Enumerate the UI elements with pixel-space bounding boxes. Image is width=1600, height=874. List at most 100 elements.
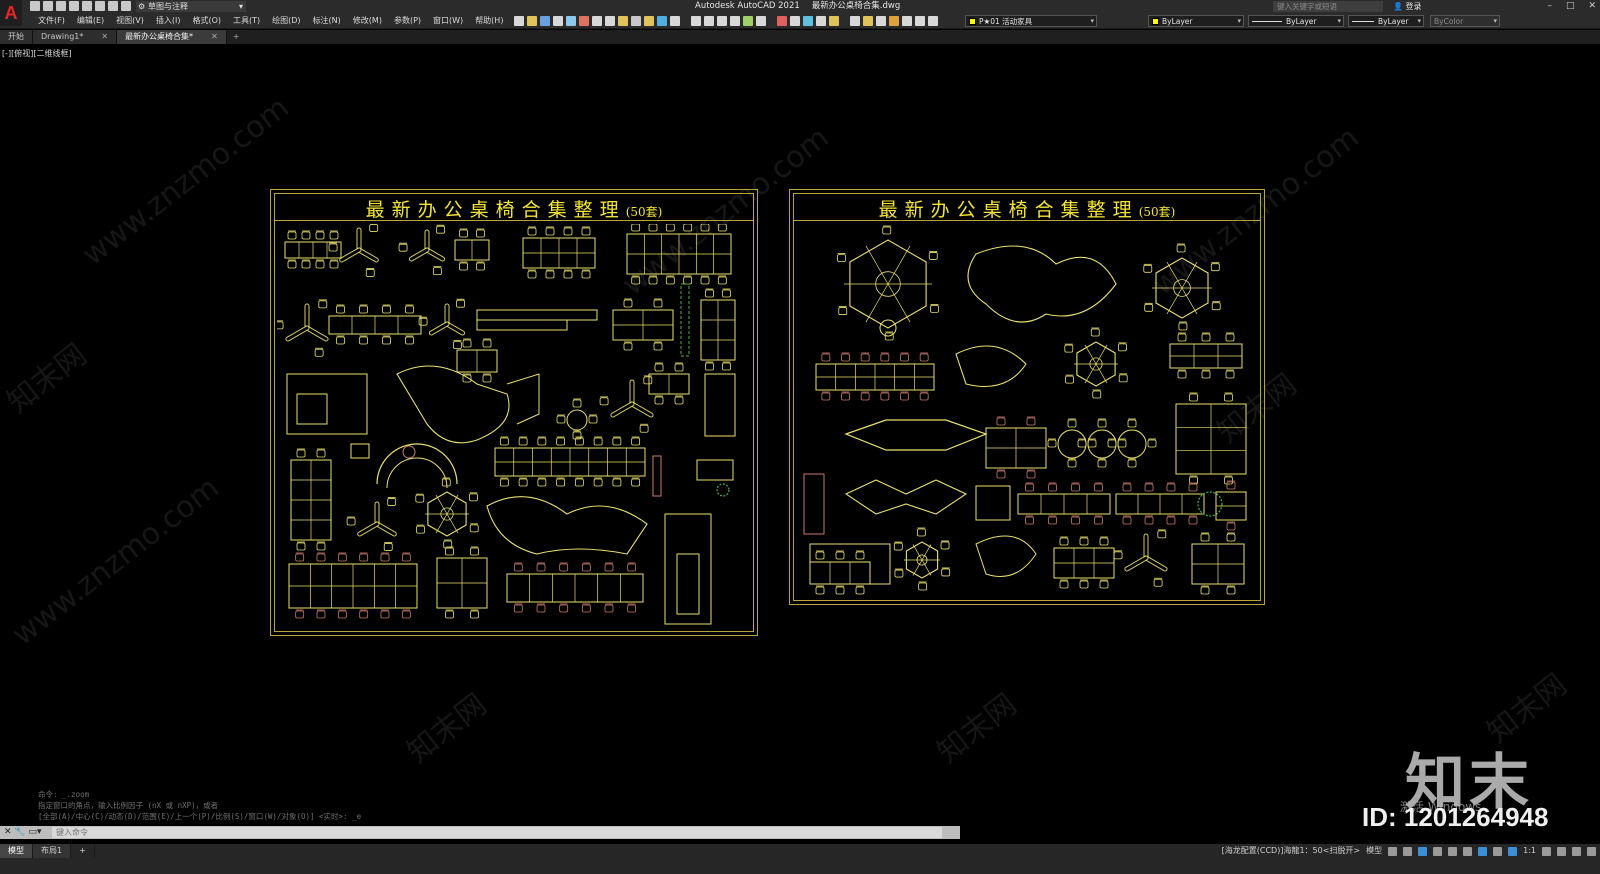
fullscreen-icon[interactable] [1572, 846, 1581, 856]
layer-previous-icon[interactable] [902, 16, 912, 26]
wrench-icon[interactable]: 🔧 [14, 827, 25, 837]
paste-icon[interactable] [618, 16, 628, 26]
layer-dropdown[interactable]: P★01 活动家具 [965, 15, 1097, 27]
plot-icon[interactable] [553, 16, 563, 26]
save-icon[interactable] [540, 16, 550, 26]
orbit-icon[interactable] [743, 16, 753, 26]
menu-item-1[interactable]: 编辑(E) [71, 13, 110, 29]
close-icon[interactable]: ✕ [211, 32, 218, 41]
view-manager-icon[interactable] [756, 16, 766, 26]
close-icon[interactable]: ✕ [101, 32, 108, 41]
menu-item-8[interactable]: 修改(M) [347, 13, 388, 29]
layer-state-icon[interactable] [876, 16, 886, 26]
viewport-controls[interactable]: [-][俯视][二维线框] [2, 48, 72, 59]
pan-icon[interactable] [704, 16, 714, 26]
copy-icon[interactable] [605, 16, 615, 26]
drawing-sheet-left[interactable]: 最新办公桌椅合集整理(50套) [270, 189, 758, 636]
zoom-window-icon[interactable] [730, 16, 740, 26]
redo-icon[interactable] [691, 16, 701, 26]
plot-icon[interactable] [108, 1, 118, 11]
menu-item-4[interactable]: 格式(O) [186, 13, 227, 29]
cut-icon[interactable] [592, 16, 602, 26]
block-icon[interactable] [644, 16, 654, 26]
menu-item-9[interactable]: 参数(P) [388, 13, 427, 29]
zoom-icon[interactable] [717, 16, 727, 26]
publish-icon[interactable] [579, 16, 589, 26]
redo-prev-icon[interactable] [657, 16, 667, 26]
tab-model[interactable]: 模型 [0, 844, 33, 858]
tab-start[interactable]: 开始 [0, 30, 33, 44]
osnap-icon[interactable] [1448, 846, 1458, 856]
tab-furniture-collection[interactable]: 最新办公桌椅合集* ✕ [117, 30, 227, 44]
add-layout-button[interactable]: + [71, 844, 95, 858]
gear-icon[interactable] [1542, 846, 1551, 856]
maximize-button[interactable]: □ [1566, 0, 1575, 13]
design-center-icon[interactable] [790, 16, 800, 26]
scale-readout[interactable]: 1:1 [1523, 844, 1536, 858]
chair-seat [1090, 328, 1100, 337]
command-history-line: [全部(A)/中心(C)/动态(D)/范围(E)/上一个(P)/比例(S)/窗口… [38, 812, 362, 821]
close-button[interactable]: ✕ [1588, 0, 1596, 13]
freeze-icon[interactable] [915, 16, 925, 26]
open-icon[interactable] [43, 1, 53, 11]
new-icon[interactable] [30, 1, 40, 11]
annotation-scale-readout[interactable]: [海龙配置(CCD)]海龍1：50<扫脱开> [1222, 844, 1361, 858]
preview-icon[interactable] [566, 16, 576, 26]
drawing-canvas[interactable]: [-][俯视][二维线框] www.znzmo.com 知末网 www.znzm… [0, 44, 1600, 844]
save-icon[interactable] [56, 1, 66, 11]
new-icon[interactable] [514, 16, 524, 26]
grid-icon[interactable] [1388, 846, 1398, 856]
snap-icon[interactable] [1403, 846, 1413, 856]
menu-item-6[interactable]: 绘图(D) [266, 13, 306, 29]
menu-item-0[interactable]: 文件(F) [32, 13, 71, 29]
lineweight-dropdown[interactable]: ByLayer [1348, 15, 1424, 27]
transparency-icon[interactable] [1493, 846, 1503, 856]
open-web-icon[interactable] [82, 1, 92, 11]
ortho-icon[interactable] [1418, 846, 1428, 856]
search-input[interactable]: 键入关键字或短语 [1273, 1, 1383, 12]
markup-icon[interactable] [829, 16, 839, 26]
model-space-toggle[interactable]: 模型 [1366, 844, 1382, 858]
sheet-set-icon[interactable] [816, 16, 826, 26]
save-web-icon[interactable] [95, 1, 105, 11]
menu-item-11[interactable]: 帮助(H) [469, 13, 509, 29]
tab-drawing1[interactable]: Drawing1* ✕ [33, 30, 118, 44]
linetype-dropdown[interactable]: ByLayer [1248, 15, 1344, 27]
otrack-icon[interactable] [1463, 846, 1473, 856]
save-as-icon[interactable] [69, 1, 79, 11]
open-icon[interactable] [527, 16, 537, 26]
make-current-icon[interactable] [889, 16, 899, 26]
command-input[interactable] [52, 827, 942, 838]
lock-icon[interactable] [928, 16, 938, 26]
lineweight-icon[interactable] [1478, 846, 1488, 856]
plotstyle-dropdown[interactable]: ByColor [1430, 15, 1500, 27]
color-dropdown[interactable]: ByLayer [1148, 15, 1244, 27]
properties-icon[interactable] [777, 16, 787, 26]
close-icon[interactable]: ✕ [4, 827, 12, 837]
menu-item-10[interactable]: 窗口(W) [427, 13, 469, 29]
menu-item-7[interactable]: 标注(N) [307, 13, 347, 29]
autocad-logo-icon[interactable]: A [0, 0, 22, 26]
menu-item-5[interactable]: 工具(T) [227, 13, 266, 29]
menu-item-2[interactable]: 视图(V) [110, 13, 150, 29]
menu-item-3[interactable]: 插入(I) [150, 13, 187, 29]
match-icon[interactable] [631, 16, 641, 26]
prompt-icon[interactable]: ▭▾ [29, 827, 42, 837]
tool-palettes-icon[interactable] [803, 16, 813, 26]
plus-icon[interactable] [1557, 846, 1566, 856]
quickcalc-icon[interactable] [850, 16, 860, 26]
undo-icon[interactable] [670, 16, 680, 26]
chair-seat [459, 262, 468, 271]
annotation-visibility-icon[interactable] [1508, 846, 1518, 856]
drawing-sheet-right[interactable]: 最新办公桌椅合集整理(50套) [789, 189, 1265, 605]
minimize-button[interactable]: – [1547, 0, 1552, 13]
tab-layout1[interactable]: 布局1 [33, 844, 72, 858]
workspace-switcher[interactable]: 草图与注释 [136, 1, 246, 12]
login-button[interactable]: 👤 登录 [1393, 0, 1422, 13]
polar-icon[interactable] [1433, 846, 1443, 856]
layer-properties-icon[interactable] [863, 16, 873, 26]
print-icon[interactable] [121, 1, 131, 11]
new-tab-button[interactable]: + [227, 30, 246, 44]
menu-icon[interactable] [1587, 846, 1596, 856]
chair-seat [513, 563, 523, 572]
